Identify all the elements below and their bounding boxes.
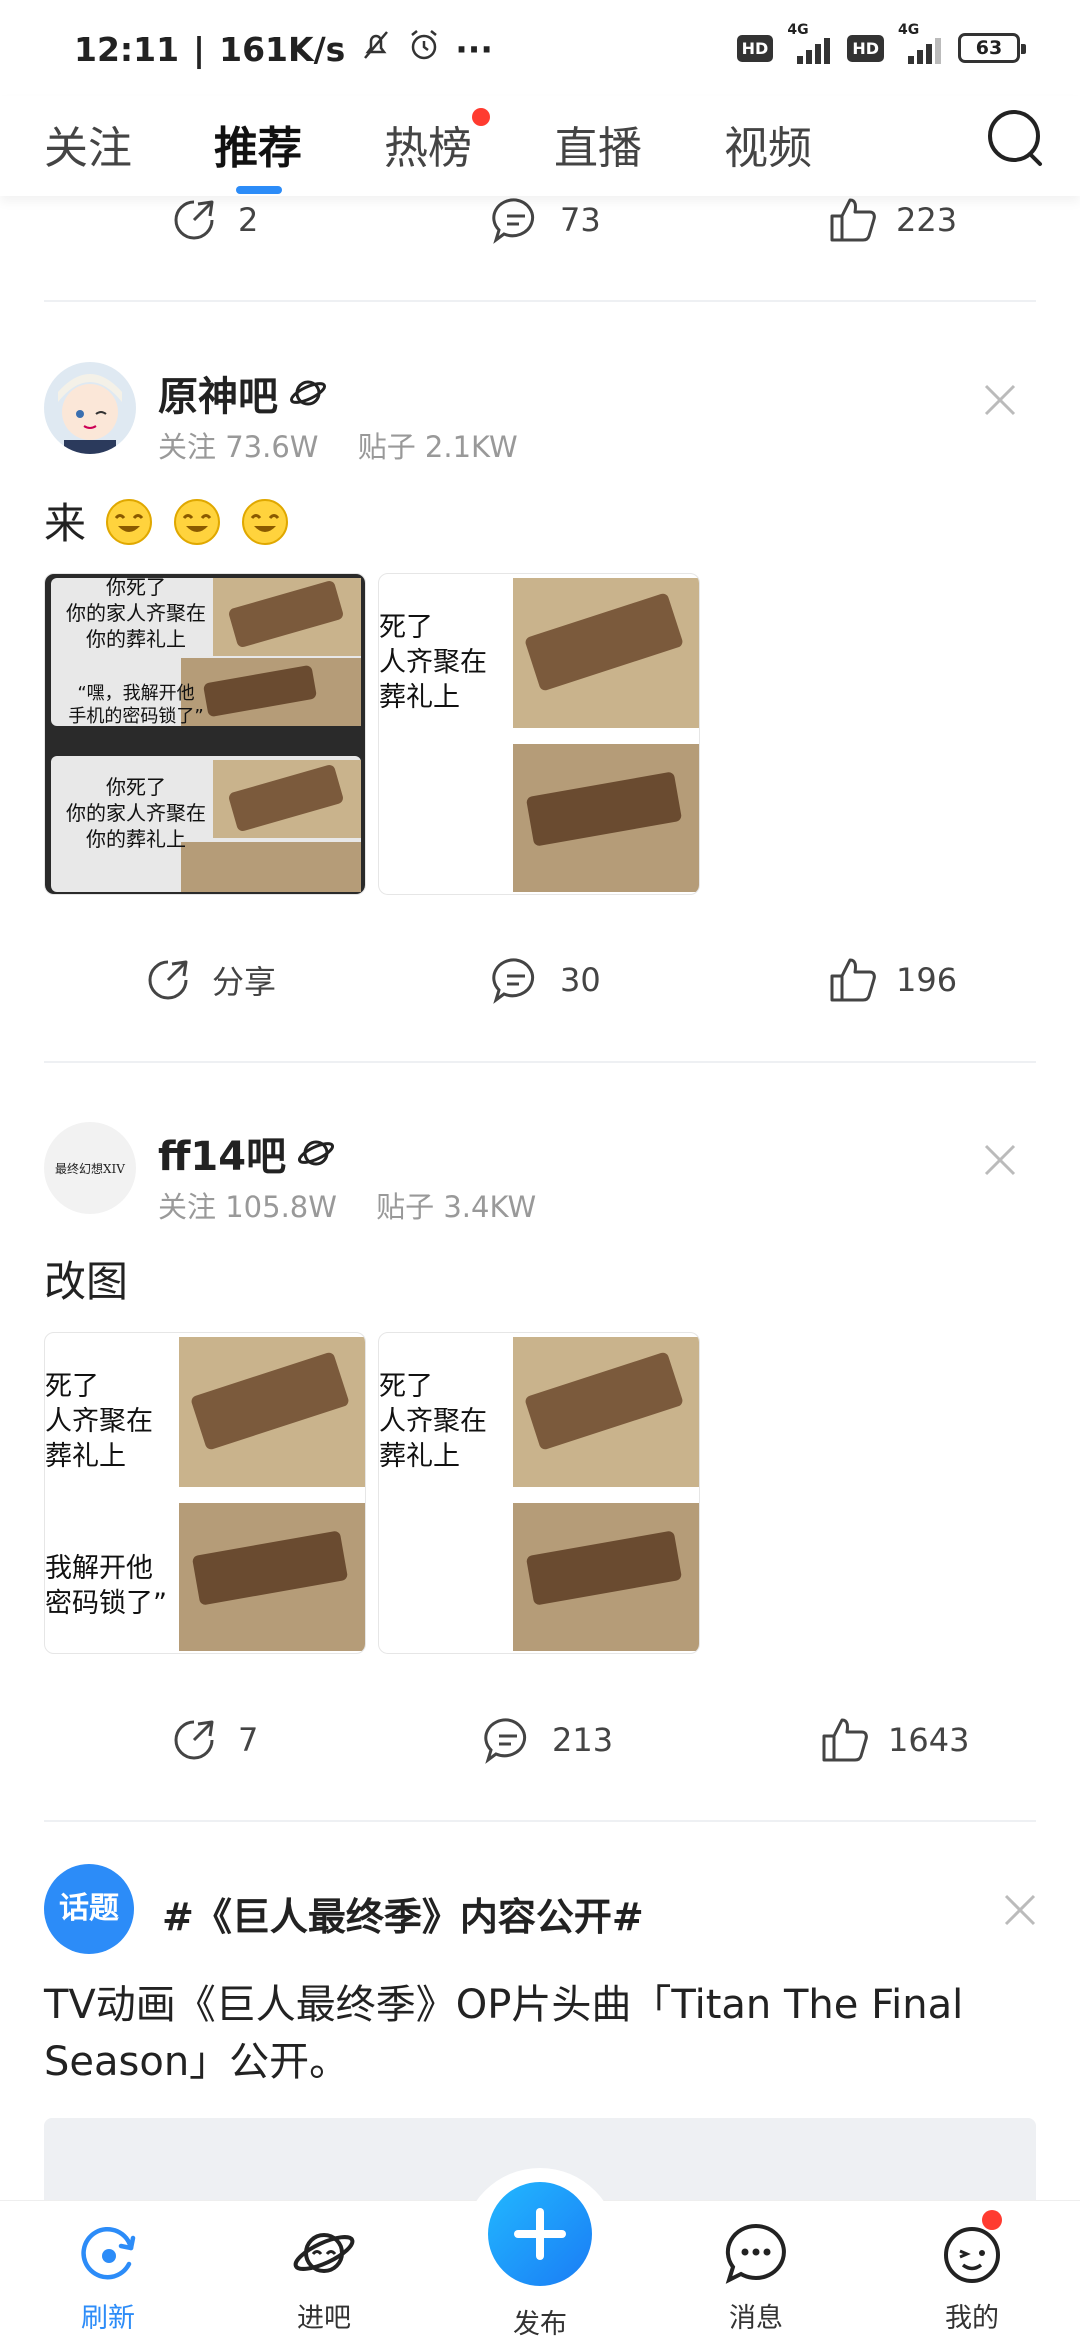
planet-icon <box>293 2233 355 2273</box>
post-count: 贴子 2.1KW <box>357 430 518 464</box>
post-header[interactable]: 原神吧 关注 73.6W 贴子 2.1KW <box>44 362 1036 472</box>
close-icon[interactable] <box>980 380 1020 420</box>
topic-title[interactable]: #《巨人最终季》内容公开# <box>162 1886 644 1941</box>
nav-profile[interactable]: 我的 <box>912 2218 1032 2335</box>
comment-button[interactable]: 30 <box>490 940 601 1020</box>
divider <box>44 300 1036 302</box>
post-header[interactable]: 最终幻想XIV ff14吧 关注 105.8W 贴子 3.4KW <box>44 1122 1036 1232</box>
post-image[interactable]: 死了 人齐聚在 葬礼上 我解开他 密码锁了” <box>44 1332 366 1654</box>
battery-icon: 63 <box>958 33 1026 63</box>
like-button[interactable]: 196 <box>826 940 957 1020</box>
tab-live[interactable]: 直播 <box>554 112 642 176</box>
post-actions: 分享 30 196 <box>0 940 1080 1020</box>
tab-header: 关注 推荐 热榜 直播 视频 <box>0 96 1080 196</box>
like-button[interactable]: 1643 <box>818 1700 969 1780</box>
clock: 12:11 <box>74 29 180 69</box>
thumbs-up-icon <box>830 198 876 242</box>
notification-dot <box>982 2210 1002 2230</box>
close-icon[interactable] <box>1000 1890 1040 1930</box>
publish-label: 发布 <box>513 2309 567 2340</box>
topic-badge[interactable]: 话题 <box>44 1864 134 1954</box>
comment-button[interactable]: 213 <box>482 1700 613 1780</box>
post-image[interactable]: 死了 人齐聚在 葬礼上 <box>378 1332 700 1654</box>
status-right: HD 4G HD 4G 63 <box>736 22 1026 66</box>
message-icon <box>725 2223 786 2284</box>
search-icon[interactable] <box>984 106 1048 170</box>
nav-forums[interactable]: 进吧 <box>264 2218 384 2335</box>
forum-name: ff14吧 <box>158 1134 287 1180</box>
nav-messages[interactable]: 消息 <box>696 2218 816 2335</box>
comment-icon <box>492 958 535 1004</box>
tab-indicator <box>236 186 282 194</box>
share-button[interactable]: 7 <box>168 1700 258 1780</box>
planet-icon <box>289 380 327 406</box>
emoji-icon <box>242 498 289 545</box>
post-actions: 7 213 1643 <box>0 1700 1080 1780</box>
refresh-icon <box>81 2226 136 2280</box>
post-image[interactable]: 你死了 你的家人齐聚在 你的葬礼上 “嘿，我解开他 手机的密码锁了” 你死了 你… <box>44 573 366 895</box>
emoji-icon <box>174 498 221 545</box>
follower-count: 关注 105.8W <box>158 1190 337 1224</box>
tab-hot-list[interactable]: 热榜 <box>384 112 472 176</box>
forum-name: 原神吧 <box>158 374 278 420</box>
alarm-icon <box>407 28 441 70</box>
divider <box>44 1820 1036 1822</box>
share-icon <box>174 1720 214 1760</box>
topic-body[interactable]: TV动画《巨人最终季》OP片头曲「Titan The Final Season」… <box>44 1977 1036 2091</box>
post-image[interactable]: 死了 人齐聚在 葬礼上 <box>378 573 700 895</box>
post-content[interactable]: 来 <box>44 490 290 551</box>
comment-icon <box>492 198 535 244</box>
thumbs-up-icon <box>822 1718 868 1762</box>
forum-avatar[interactable] <box>44 362 136 454</box>
share-icon <box>174 200 214 240</box>
nav-refresh[interactable]: 刷新 <box>48 2218 168 2335</box>
comment-icon <box>484 1718 527 1764</box>
emoji-icon <box>106 498 153 545</box>
share-icon <box>148 960 188 1000</box>
publish-button[interactable] <box>488 2182 592 2286</box>
hd-icon: HD <box>736 34 774 62</box>
status-left: 12:11 | 161K/s ··· <box>74 28 493 70</box>
network-speed: 161K/s <box>219 29 346 69</box>
post-count: 贴子 3.4KW <box>376 1190 537 1224</box>
mute-icon <box>359 28 393 70</box>
notification-dot <box>472 108 490 126</box>
planet-icon <box>298 1140 335 1166</box>
divider <box>44 1061 1036 1063</box>
signal-icon: 4G <box>898 22 944 66</box>
tab-following[interactable]: 关注 <box>44 112 132 176</box>
post-content[interactable]: 改图 <box>44 1248 128 1309</box>
status-bar: 12:11 | 161K/s ··· HD 4G HD 4G 63 <box>0 0 1080 96</box>
signal-icon: 4G <box>787 22 833 66</box>
tab-recommended[interactable]: 推荐 <box>214 112 302 176</box>
thumbs-up-icon <box>830 958 876 1002</box>
follower-count: 关注 73.6W <box>158 430 319 464</box>
hd-icon: HD <box>847 34 884 62</box>
close-icon[interactable] <box>980 1140 1020 1180</box>
tab-video[interactable]: 视频 <box>724 112 812 176</box>
forum-avatar[interactable]: 最终幻想XIV <box>44 1122 136 1214</box>
more-status-icon: ··· <box>455 29 493 69</box>
share-button[interactable]: 分享 <box>142 940 276 1020</box>
plus-icon <box>514 2208 566 2260</box>
